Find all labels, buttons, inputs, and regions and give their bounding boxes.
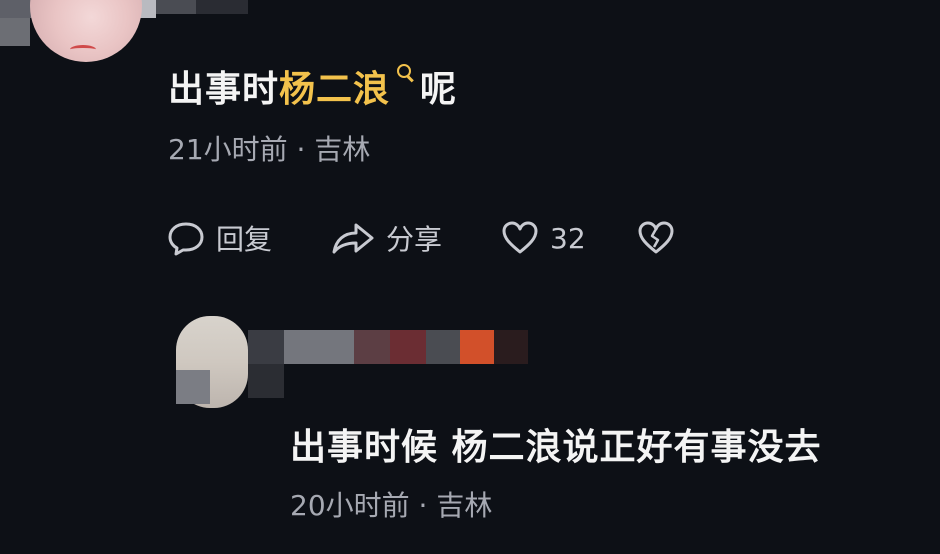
comment-bubble-icon xyxy=(168,222,204,256)
comment-text: 出事时杨二浪呢 xyxy=(168,60,457,112)
reply-label: 回复 xyxy=(216,223,273,256)
share-arrow-icon xyxy=(332,223,374,254)
reply-username-mosaic xyxy=(176,330,536,404)
reply-button[interactable]: 回复 xyxy=(166,218,272,258)
like-count: 32 xyxy=(550,221,586,255)
search-icon[interactable] xyxy=(392,60,416,96)
share-label: 分享 xyxy=(386,223,443,256)
heart-icon xyxy=(502,221,538,254)
comment-text-after: 呢 xyxy=(420,69,458,110)
highlight-link[interactable]: 杨二浪 xyxy=(279,69,390,110)
broken-heart-icon xyxy=(638,221,674,254)
reply-text: 出事时候 杨二浪说正好有事没去 xyxy=(290,427,822,468)
comment-text-before: 出事时 xyxy=(168,69,280,110)
share-button[interactable]: 分享 xyxy=(330,218,442,258)
reply-meta: 20小时前 · 吉林 xyxy=(290,489,493,522)
like-button[interactable]: 32 xyxy=(500,218,586,258)
avatar[interactable] xyxy=(30,0,142,62)
comment-meta: 21小时前 · 吉林 xyxy=(168,133,371,166)
dislike-button[interactable] xyxy=(636,218,676,258)
